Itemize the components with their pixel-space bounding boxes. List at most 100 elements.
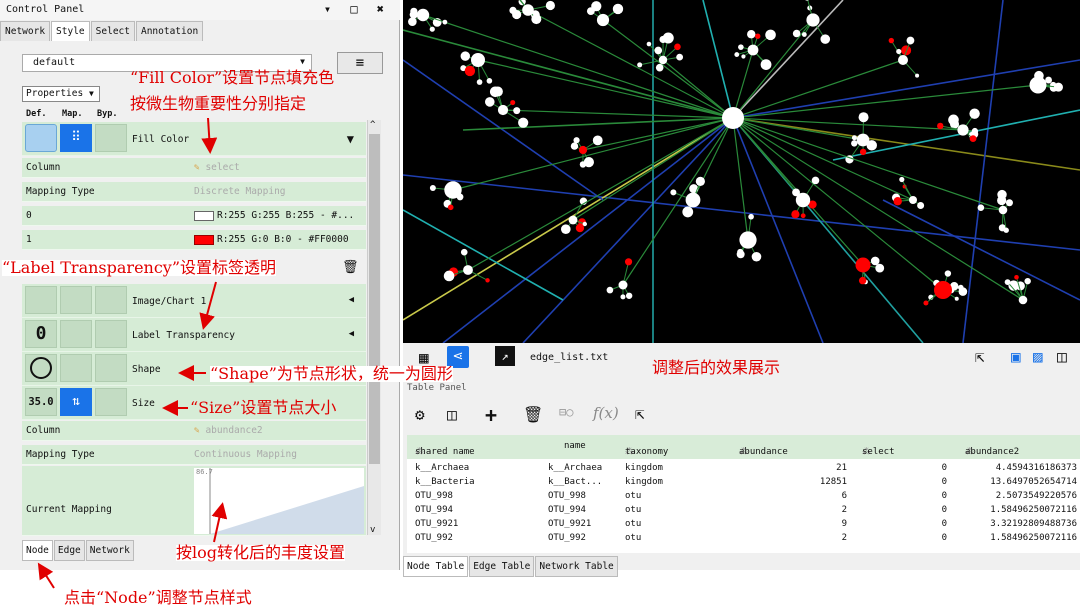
continuous-mapping-icon[interactable]: ⇅	[60, 388, 92, 416]
table-cell[interactable]: 2.5073549220576	[996, 491, 1077, 501]
size-default[interactable]: 35.0	[25, 388, 57, 416]
style-menu-button[interactable]: ≡	[337, 52, 383, 74]
table-cell[interactable]: 1.58496250072116	[990, 505, 1077, 515]
tab-edge[interactable]: Edge	[53, 540, 85, 561]
export-table-icon[interactable]: ⇱	[635, 404, 645, 423]
scroll-down-icon[interactable]: v	[370, 525, 375, 535]
table-row[interactable]: OTU_998 OTU_998 otu 6 0 2.5073549220576	[407, 491, 1080, 503]
table-cell[interactable]: 9	[842, 519, 847, 529]
image-chart-default[interactable]	[25, 286, 57, 314]
table-cell[interactable]: k__Bact...	[548, 477, 602, 487]
table-cell[interactable]: 0	[942, 491, 947, 501]
tab-select[interactable]: Select	[90, 21, 135, 41]
label-transparency-bypass[interactable]	[95, 320, 127, 348]
property-label-transparency[interactable]: 0 Label Transparency ◀	[22, 318, 366, 352]
columns-icon[interactable]: ◫	[447, 405, 457, 424]
table-cell[interactable]: OTU_9921	[415, 519, 458, 529]
discrete-mapping-icon[interactable]: ⠿	[60, 124, 92, 152]
image-chart-bypass[interactable]	[95, 286, 127, 314]
properties-dropdown[interactable]: Properties ▼	[22, 86, 100, 102]
table-cell[interactable]: 12851	[820, 477, 847, 487]
table-cell[interactable]: OTU_994	[415, 505, 453, 515]
fill-color-mapping-type-row[interactable]: Mapping Type Discrete Mapping	[22, 182, 366, 202]
table-cell[interactable]: 0	[942, 463, 947, 473]
table-cell[interactable]: OTU_998	[415, 491, 453, 501]
scroll-thumb[interactable]	[369, 134, 380, 464]
table-cell[interactable]: 2	[842, 533, 847, 543]
network-graph[interactable]	[403, 0, 1080, 343]
scroll-up-icon[interactable]: ^	[370, 120, 375, 130]
table-row[interactable]: k__Archaea k__Archaea kingdom 21 0 4.45943161…	[407, 463, 1080, 475]
table-cell[interactable]: 13.6497052654714	[990, 477, 1077, 487]
select-edges-icon[interactable]: ▨	[1033, 347, 1043, 366]
table-cell[interactable]: 3.32192809488736	[990, 519, 1077, 529]
label-transparency-default[interactable]: 0	[25, 320, 57, 348]
label-transparency-mapping[interactable]	[60, 320, 92, 348]
tab-network[interactable]: Network	[0, 21, 51, 41]
table-cell[interactable]: 1.58496250072116	[990, 533, 1077, 543]
property-fill-color[interactable]: ⠿ Fill Color ▼	[22, 122, 366, 156]
trash-icon[interactable]: 🗑	[523, 405, 543, 424]
table-row[interactable]: k__Bacteria k__Bact... kingdom 12851 0 13.649…	[407, 477, 1080, 489]
tab-node[interactable]: Node	[22, 540, 53, 561]
shape-default[interactable]	[25, 354, 57, 382]
column-header[interactable]: name	[564, 441, 586, 451]
table-cell[interactable]: 0	[942, 477, 947, 487]
table-cell[interactable]: 4.4594316186373	[996, 463, 1077, 473]
table-row[interactable]: OTU_994 OTU_994 otu 2 0 1.58496250072116	[407, 505, 1080, 517]
table-cell[interactable]: otu	[625, 519, 641, 529]
table-cell[interactable]: OTU_992	[548, 533, 586, 543]
table-cell[interactable]: k__Archaea	[548, 463, 602, 473]
tab-annotation[interactable]: Annotation	[135, 21, 204, 41]
table-cell[interactable]: k__Archaea	[415, 463, 469, 473]
fill-color-column-row[interactable]: Column ✎ select	[22, 158, 366, 178]
table-cell[interactable]: kingdom	[625, 477, 663, 487]
function-icon[interactable]: f(x)	[593, 404, 619, 422]
table-cell[interactable]: OTU_9921	[548, 519, 591, 529]
fill-color-mapping-row-1[interactable]: 1 R:255 G:0 B:0 - #FF0000	[22, 230, 366, 250]
table-cell[interactable]: OTU_998	[548, 491, 586, 501]
add-column-icon[interactable]: +	[485, 403, 497, 427]
tab-edge-table[interactable]: Edge Table	[469, 556, 535, 577]
table-row[interactable]: OTU_992 OTU_992 otu 2 0 1.58496250072116	[407, 533, 1080, 545]
properties-scrollbar[interactable]: ^ v	[367, 120, 381, 535]
shape-mapping[interactable]	[60, 354, 92, 382]
table-cell[interactable]: OTU_994	[548, 505, 586, 515]
select-both-icon[interactable]: ◫	[1057, 347, 1067, 366]
table-cell[interactable]: OTU_992	[415, 533, 453, 543]
table-cell[interactable]: 2	[842, 505, 847, 515]
expand-icon[interactable]: ◀	[349, 295, 354, 305]
fill-color-default-swatch[interactable]	[25, 124, 57, 152]
table-row[interactable]: OTU_9921 OTU_9921 otu 9 0 3.32192809488736	[407, 519, 1080, 531]
tab-network-style[interactable]: Network	[85, 540, 134, 561]
export-icon[interactable]: ⇱	[975, 347, 985, 366]
table-cell[interactable]: kingdom	[625, 463, 663, 473]
link-icon[interactable]: ⊟○	[559, 405, 573, 419]
table-cell[interactable]: otu	[625, 505, 641, 515]
window-controls[interactable]: ▾ □ ✖	[324, 2, 390, 16]
size-current-mapping-row[interactable]: Current Mapping 86.7	[22, 466, 366, 536]
size-bypass[interactable]	[95, 388, 127, 416]
table-cell[interactable]: 6	[842, 491, 847, 501]
table-cell[interactable]: 0	[942, 533, 947, 543]
table-cell[interactable]: k__Bacteria	[415, 477, 475, 487]
network-canvas[interactable]	[403, 0, 1080, 343]
table-cell[interactable]: otu	[625, 491, 641, 501]
property-image-chart[interactable]: Image/Chart 1 ◀	[22, 284, 366, 318]
gear-icon[interactable]: ⚙	[415, 405, 425, 424]
image-chart-mapping[interactable]	[60, 286, 92, 314]
table-cell[interactable]: otu	[625, 533, 641, 543]
trash-icon[interactable]: 🗑	[342, 260, 359, 275]
collapse-icon[interactable]: ▼	[347, 132, 354, 146]
table-cell[interactable]: 0	[942, 519, 947, 529]
tab-style[interactable]: Style	[51, 21, 90, 41]
size-mapping-type-row[interactable]: Mapping Type Continuous Mapping	[22, 445, 366, 465]
table-cell[interactable]: 0	[942, 505, 947, 515]
tab-network-table[interactable]: Network Table	[535, 556, 618, 577]
expand-icon[interactable]: ◀	[349, 329, 354, 339]
fill-color-bypass[interactable]	[95, 124, 127, 152]
size-column-row[interactable]: Column ✎ abundance2	[22, 421, 366, 441]
select-nodes-icon[interactable]: ▣	[1011, 347, 1021, 366]
tab-node-table[interactable]: Node Table	[403, 556, 469, 577]
detach-icon[interactable]: ↗	[495, 346, 515, 366]
